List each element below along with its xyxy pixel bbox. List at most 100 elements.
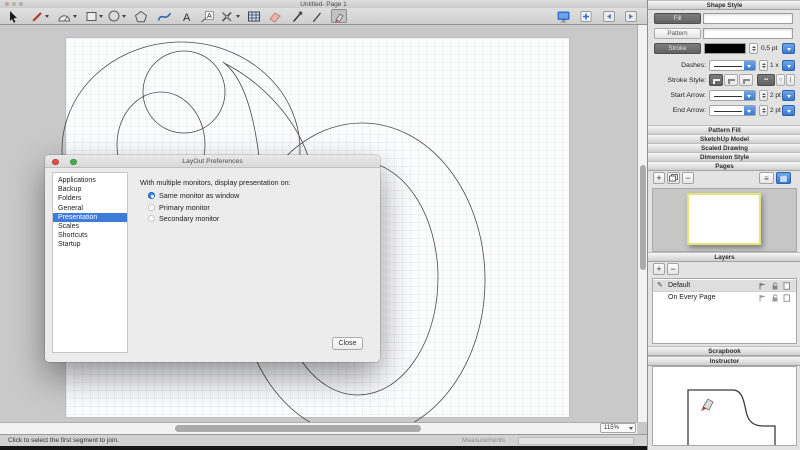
instructor-content	[652, 366, 797, 446]
stroke-cap-dashes-button[interactable]: ▪▪	[757, 74, 775, 86]
previous-page-icon[interactable]	[601, 9, 617, 23]
pencil-dropdown-icon[interactable]	[45, 15, 49, 18]
protractor-tool-icon[interactable]	[56, 9, 72, 23]
radio-selected-icon[interactable]	[148, 192, 155, 199]
vertical-scrollbar-handle[interactable]	[640, 165, 646, 270]
remove-page-button[interactable]: −	[682, 172, 694, 184]
pattern-swatch[interactable]	[703, 28, 793, 39]
remove-layer-button[interactable]: −	[667, 263, 679, 275]
fill-button[interactable]: Fill	[654, 13, 701, 24]
radio-unselected-icon[interactable]	[148, 204, 155, 211]
layer-visibility-icon[interactable]	[759, 282, 767, 290]
svg-text:A: A	[183, 12, 191, 23]
zoom-page-icon[interactable]	[578, 9, 594, 23]
layer-name: On Every Page	[668, 292, 715, 304]
start-arrow-dropdown[interactable]	[782, 90, 795, 101]
page-thumbnail[interactable]	[687, 193, 761, 245]
utility-dropdown-icon[interactable]	[236, 15, 240, 18]
layer-row-default[interactable]: ✎ Default	[653, 280, 796, 292]
pen-tool-icon[interactable]	[309, 9, 325, 23]
dashes-dropdown[interactable]	[782, 60, 795, 71]
stroke-width-stepper[interactable]	[749, 43, 758, 54]
label-tool-icon[interactable]: A	[199, 9, 215, 23]
fill-color-swatch[interactable]	[703, 13, 793, 24]
category-applications[interactable]: Applications	[53, 176, 127, 185]
category-presentation[interactable]: Presentation	[53, 213, 127, 222]
dashes-pattern-dropdown[interactable]	[709, 60, 756, 71]
add-layer-button[interactable]: +	[653, 263, 665, 275]
add-page-button[interactable]: +	[653, 172, 665, 184]
category-startup[interactable]: Startup	[53, 240, 127, 249]
layer-page-icon[interactable]	[783, 294, 791, 302]
next-page-icon[interactable]	[623, 9, 639, 23]
duplicate-page-button[interactable]	[667, 172, 680, 184]
stroke-style-corner-2[interactable]	[724, 74, 738, 86]
pencil-edit-icon: ✎	[657, 280, 663, 292]
dialog-titlebar[interactable]: LayOut Preferences	[45, 155, 380, 168]
layer-visibility-icon[interactable]	[759, 294, 767, 302]
table-tool-icon[interactable]	[246, 9, 262, 23]
polygon-tool-icon[interactable]	[133, 9, 149, 23]
start-presentation-icon[interactable]	[555, 9, 571, 23]
text-tool-icon[interactable]: A	[179, 9, 195, 23]
style-dropper-tool-icon[interactable]	[289, 9, 305, 23]
category-shortcuts[interactable]: Shortcuts	[53, 231, 127, 240]
start-arrow-stepper[interactable]	[759, 90, 768, 101]
select-tool-icon[interactable]	[5, 9, 21, 23]
circle-dropdown-icon[interactable]	[122, 15, 126, 18]
stroke-button[interactable]: Stroke	[654, 43, 701, 54]
lock-icon[interactable]	[771, 294, 779, 302]
layer-name: Default	[668, 280, 690, 292]
category-folders[interactable]: Folders	[53, 194, 127, 203]
scrapbook-header[interactable]: Scrapbook	[648, 346, 800, 356]
rectangle-tool-icon[interactable]	[83, 9, 99, 23]
preferences-category-list[interactable]: Applications Backup Folders General Pres…	[52, 172, 128, 353]
end-arrow-style-dropdown[interactable]	[709, 105, 756, 116]
preferences-dialog: LayOut Preferences Applications Backup F…	[45, 155, 380, 362]
join-tool-icon[interactable]	[331, 9, 347, 23]
circle-tool-icon[interactable]	[106, 9, 122, 23]
stroke-row: Stroke 0,5 pt	[648, 43, 800, 54]
pattern-row: Pattern	[648, 28, 800, 39]
chevron-down-icon	[744, 106, 755, 115]
eraser-tool-icon[interactable]	[267, 9, 283, 23]
stroke-cap-round-button[interactable]: ○	[776, 74, 785, 86]
end-arrow-dropdown[interactable]	[782, 105, 795, 116]
freehand-tool-icon[interactable]	[156, 9, 172, 23]
radio-unselected-icon[interactable]	[148, 215, 155, 222]
lock-icon[interactable]	[771, 282, 779, 290]
pages-thumbnail-area[interactable]	[652, 188, 797, 252]
option-label: Primary monitor	[159, 203, 210, 212]
vertical-scrollbar[interactable]	[637, 25, 647, 422]
stroke-width-dropdown[interactable]	[782, 43, 795, 54]
stroke-color-swatch[interactable]	[704, 43, 746, 54]
protractor-dropdown-icon[interactable]	[73, 15, 77, 18]
pages-grid-view-icon[interactable]: ▦	[776, 172, 791, 184]
layer-row-on-every-page[interactable]: On Every Page	[653, 292, 796, 304]
shape-style-header[interactable]: Shape Style	[648, 0, 800, 10]
category-backup[interactable]: Backup	[53, 185, 127, 194]
end-arrow-stepper[interactable]	[759, 105, 768, 116]
pages-list-view-icon[interactable]: ≡	[759, 172, 774, 184]
utility-tool-icon[interactable]	[219, 9, 235, 23]
horizontal-scrollbar-handle[interactable]	[175, 425, 421, 432]
category-general[interactable]: General	[53, 204, 127, 213]
pencil-tool-icon[interactable]	[28, 9, 44, 23]
status-message: Click to select the first segment to joi…	[8, 436, 119, 446]
zoom-level-select[interactable]: 115%	[600, 423, 636, 433]
join-tool-cursor-icon	[701, 399, 713, 411]
pattern-button[interactable]: Pattern	[654, 28, 701, 39]
horizontal-scrollbar[interactable]	[0, 422, 637, 434]
layer-page-icon[interactable]	[783, 282, 791, 290]
instructor-header[interactable]: Instructor	[648, 356, 800, 366]
stroke-style-corner-selected[interactable]	[709, 74, 723, 86]
measurements-input[interactable]	[518, 437, 634, 446]
dashes-stepper[interactable]	[759, 60, 768, 71]
start-arrow-style-dropdown[interactable]	[709, 90, 756, 101]
stroke-style-corner-3[interactable]	[739, 74, 753, 86]
close-button[interactable]: Close	[332, 337, 363, 350]
category-scales[interactable]: Scales	[53, 222, 127, 231]
stroke-cap-flat-button[interactable]: ❘	[786, 74, 795, 86]
rectangle-dropdown-icon[interactable]	[99, 15, 103, 18]
zoom-level-value: 115%	[604, 425, 619, 431]
